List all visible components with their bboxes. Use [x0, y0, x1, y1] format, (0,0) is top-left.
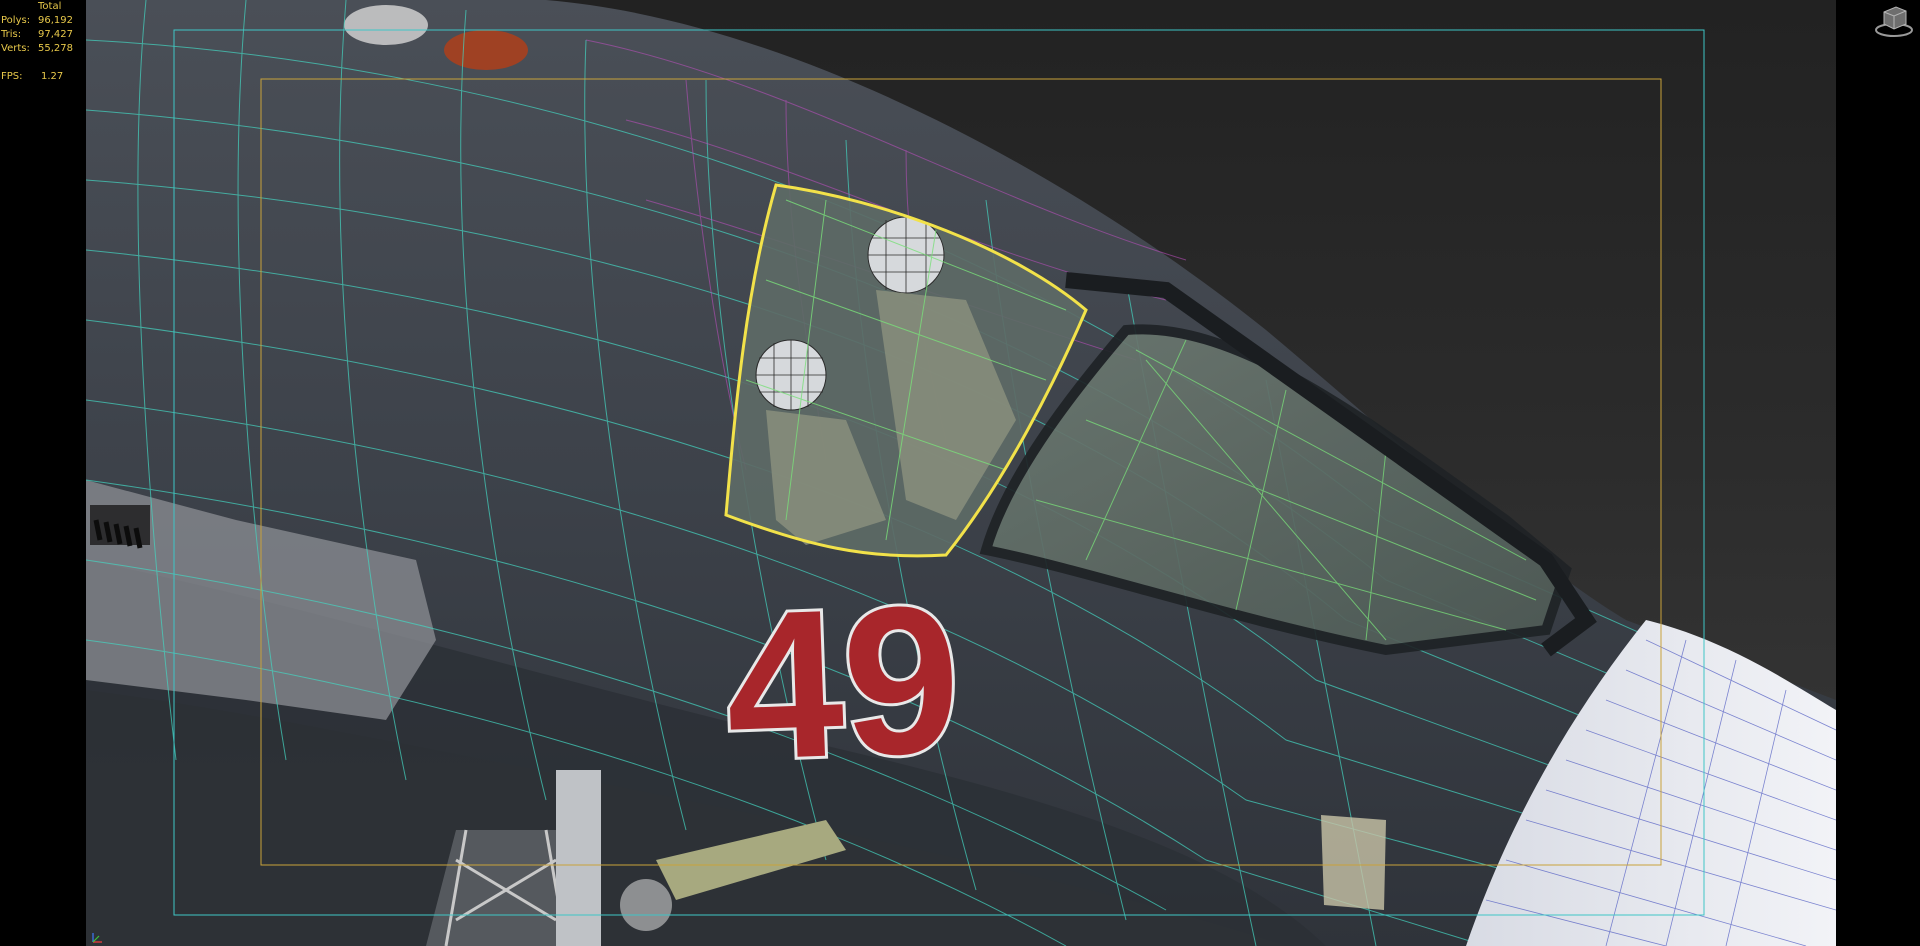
viewport-statistics-panel: Total Polys: 96,192 0 Tris: 97,427 0 Ver…: [0, 0, 107, 946]
viewcube-icon[interactable]: [1874, 2, 1914, 38]
tail-number: 49: [722, 561, 964, 804]
stats-verts-label: Verts:: [1, 43, 30, 54]
perspective-viewport[interactable]: 49: [86, 0, 1836, 946]
top-marking-grey: [344, 5, 428, 45]
stats-polys-value: 96,192: [38, 15, 73, 26]
stats-tris-value: 97,427: [38, 29, 73, 40]
stats-fps-value: 1.27: [41, 71, 64, 82]
stats-total-header: Total: [38, 1, 62, 12]
right-margin: [1836, 0, 1920, 946]
stats-polys-label: Polys:: [1, 15, 31, 26]
top-marking-red: [444, 30, 528, 70]
stats-fps-label: FPS:: [1, 71, 23, 82]
stats-tris-label: Tris:: [1, 29, 22, 40]
stats-verts-value: 55,278: [38, 43, 73, 54]
3ds-max-viewport-window: Total Polys: 96,192 0 Tris: 97,427 0 Ver…: [0, 0, 1920, 946]
axis-tripod-icon: [92, 933, 102, 943]
nose-access-panel: [1321, 815, 1386, 910]
viewport-scene: 49: [86, 0, 1836, 946]
